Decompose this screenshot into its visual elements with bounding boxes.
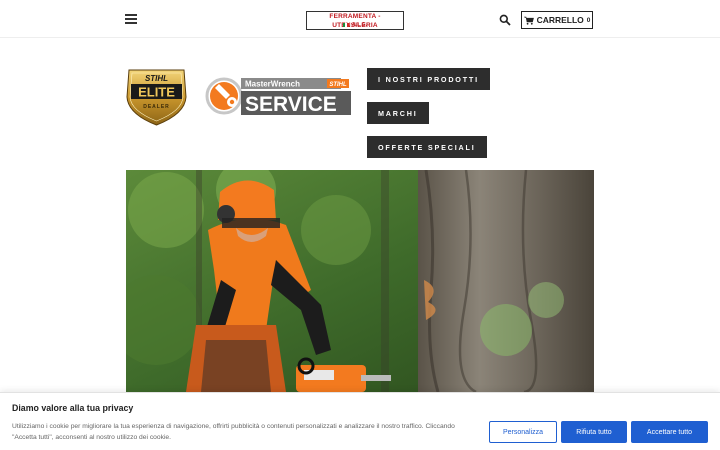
cookie-title: Diamo valore alla tua privacy xyxy=(12,403,134,413)
cookie-consent-banner: Diamo valore alla tua privacy Utilizziam… xyxy=(0,392,720,450)
cookie-reject-button[interactable]: Rifiuta tutto xyxy=(561,421,627,443)
cart-count: 0 xyxy=(586,16,591,24)
search-icon[interactable] xyxy=(499,14,511,26)
service-logo-main-text: SERVICE xyxy=(245,93,337,116)
hamburger-menu-icon[interactable] xyxy=(125,14,137,24)
store-logo[interactable]: FERRAMENTA - UTENSILERIA A.L.G. xyxy=(306,11,404,30)
cookie-customize-button[interactable]: Personalizza xyxy=(489,421,557,443)
nav-brands-button[interactable]: MARCHI xyxy=(367,102,429,124)
store-logo-initials: A.L.G. xyxy=(352,22,367,28)
store-logo-subtitle: A.L.G. xyxy=(307,21,403,29)
site-header: FERRAMENTA - UTENSILERIA A.L.G. CARRELLO… xyxy=(0,0,720,38)
store-logo-title: FERRAMENTA - UTENSILERIA xyxy=(329,13,381,29)
service-logo-brand-text: STIHL xyxy=(329,82,347,88)
service-logo-top-text: MasterWrench xyxy=(245,80,300,89)
stihl-elite-dealer-logo: STIHL ELITE DEALER xyxy=(126,69,187,126)
cart-button[interactable]: CARRELLO 0 xyxy=(521,11,593,29)
nav-products-button[interactable]: I NOSTRI PRODOTTI xyxy=(367,68,490,90)
elite-logo-stihl-text: STIHL xyxy=(145,74,168,83)
elite-logo-dealer-text: DEALER xyxy=(143,104,170,110)
hero-image xyxy=(126,170,594,392)
cart-label: CARRELLO xyxy=(536,15,584,25)
cookie-accept-button[interactable]: Accettare tutto xyxy=(631,421,708,443)
italy-flag-icon xyxy=(343,23,350,27)
elite-logo-main-text: ELITE xyxy=(138,85,175,100)
cookie-text: Utilizziamo i cookie per migliorare la t… xyxy=(12,423,455,441)
masterwrench-service-logo: MasterWrench STIHL SERVICE xyxy=(205,77,351,116)
cart-icon xyxy=(523,16,534,25)
nav-offers-button[interactable]: OFFERTE SPECIALI xyxy=(367,136,487,158)
